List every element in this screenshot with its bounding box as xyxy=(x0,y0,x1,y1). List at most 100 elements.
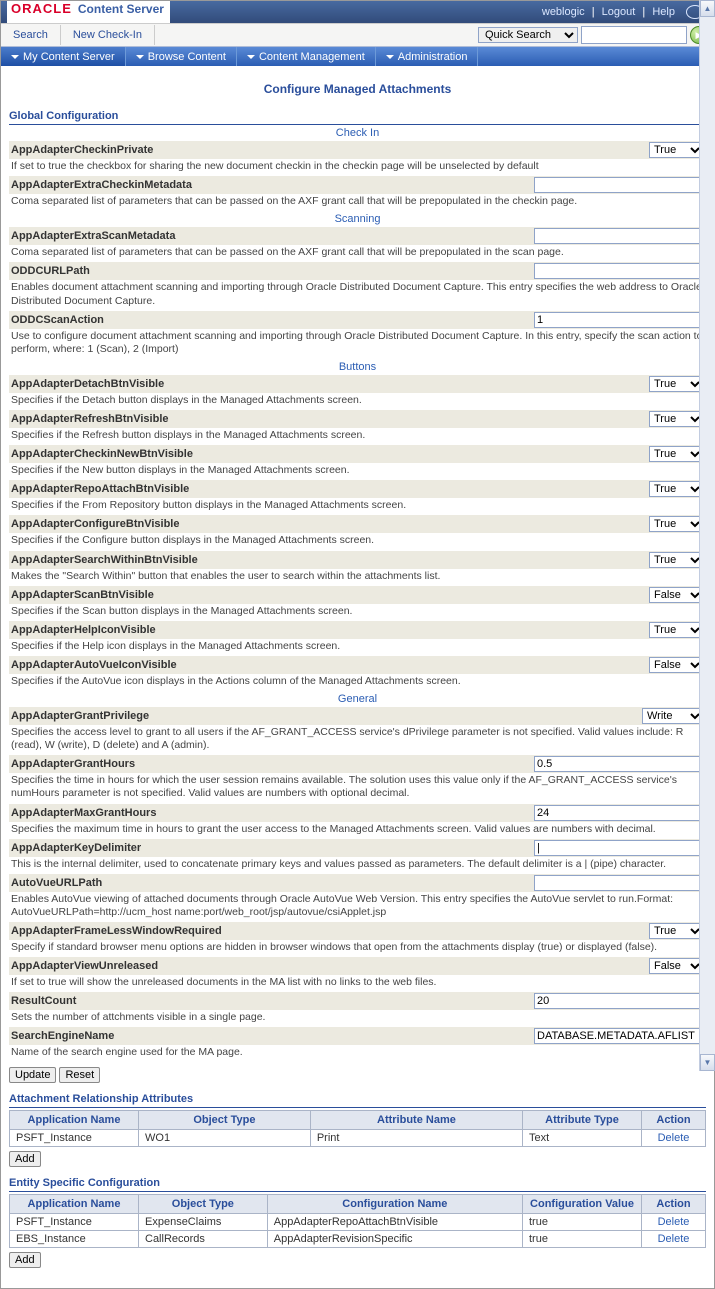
logout-link[interactable]: Logout xyxy=(602,6,636,18)
desc-autovue-url: Enables AutoVue viewing of attached docu… xyxy=(9,892,706,922)
entity-row: EBS_Instance CallRecords AppAdapterRevis… xyxy=(10,1230,706,1247)
quick-search-input[interactable] xyxy=(581,26,687,44)
desc-scan-btn: Specifies if the Scan button displays in… xyxy=(9,604,706,621)
menu-administration[interactable]: Administration xyxy=(376,47,479,66)
desc-extra-scan-meta: Coma separated list of parameters that c… xyxy=(9,245,706,262)
attrel-delete-link[interactable]: Delete xyxy=(642,1129,706,1146)
param-help-icon: AppAdapterHelpIconVisible xyxy=(11,624,156,636)
subhead-general: General xyxy=(9,693,706,705)
section-global-config: Global Configuration xyxy=(9,110,706,125)
desc-grant-hours: Specifies the time in hours for which th… xyxy=(9,773,706,803)
attrel-app: PSFT_Instance xyxy=(10,1129,139,1146)
oddc-scan-input[interactable] xyxy=(534,312,704,328)
attrel-th-action: Action xyxy=(642,1110,706,1129)
search-within-btn-select[interactable]: True xyxy=(649,552,704,568)
oddc-url-input[interactable] xyxy=(534,263,704,279)
param-refresh-btn: AppAdapterRefreshBtnVisible xyxy=(11,413,169,425)
top-links: weblogic | Logout | Help xyxy=(538,5,708,19)
menu-content-mgmt[interactable]: Content Management xyxy=(237,47,376,66)
param-autovue-url: AutoVueURLPath xyxy=(11,877,102,889)
desc-view-unrel: If set to true will show the unreleased … xyxy=(9,975,706,992)
detach-btn-select[interactable]: True xyxy=(649,376,704,392)
entity-delete0[interactable]: Delete xyxy=(642,1213,706,1230)
brand-logo: ORACLE Content Server xyxy=(7,1,170,23)
grant-priv-select[interactable]: Write xyxy=(642,708,704,724)
attrel-add-button[interactable]: Add xyxy=(9,1151,41,1167)
entity-add-button[interactable]: Add xyxy=(9,1252,41,1268)
param-view-unrel: AppAdapterViewUnreleased xyxy=(11,960,158,972)
max-grant-hours-input[interactable] xyxy=(534,805,704,821)
menu-browse-content[interactable]: Browse Content xyxy=(126,47,237,66)
checkin-private-select[interactable]: True xyxy=(649,142,704,158)
entity-app1: EBS_Instance xyxy=(10,1230,139,1247)
refresh-btn-select[interactable]: True xyxy=(649,411,704,427)
menu-my-content[interactable]: My Content Server xyxy=(1,47,126,66)
entity-obj1: CallRecords xyxy=(139,1230,268,1247)
scan-btn-select[interactable]: False xyxy=(649,587,704,603)
vertical-scrollbar[interactable]: ▲ ▼ xyxy=(699,0,715,1071)
desc-extra-checkin-meta: Coma separated list of parameters that c… xyxy=(9,194,706,211)
scroll-up-icon[interactable]: ▲ xyxy=(700,0,715,17)
frameless-select[interactable]: True xyxy=(649,923,704,939)
scroll-down-icon[interactable]: ▼ xyxy=(700,1054,715,1071)
subhead-scanning: Scanning xyxy=(9,213,706,225)
attrel-th-type: Attribute Type xyxy=(523,1110,642,1129)
desc-frameless: Specify if standard browser menu options… xyxy=(9,940,706,957)
tab-search[interactable]: Search xyxy=(1,25,61,45)
desc-help-icon: Specifies if the Help icon displays in t… xyxy=(9,639,706,656)
reset-button[interactable]: Reset xyxy=(59,1067,100,1083)
param-configure-btn: AppAdapterConfigureBtnVisible xyxy=(11,518,179,530)
menu-bar: My Content Server Browse Content Content… xyxy=(1,47,714,66)
desc-grant-priv: Specifies the access level to grant to a… xyxy=(9,725,706,755)
entity-val1: true xyxy=(523,1230,642,1247)
param-extra-checkin-meta: AppAdapterExtraCheckinMetadata xyxy=(11,179,192,191)
result-count-input[interactable] xyxy=(534,993,704,1009)
desc-result-count: Sets the number of attchments visible in… xyxy=(9,1010,706,1027)
param-detach-btn: AppAdapterDetachBtnVisible xyxy=(11,378,164,390)
search-engine-input[interactable] xyxy=(534,1028,704,1044)
tab-new-checkin[interactable]: New Check-In xyxy=(61,25,155,45)
attrel-row: PSFT_Instance WO1 Print Text Delete xyxy=(10,1129,706,1146)
checkin-new-btn-select[interactable]: True xyxy=(649,446,704,462)
subhead-checkin: Check In xyxy=(9,127,706,139)
extra-checkin-meta-input[interactable] xyxy=(534,177,704,193)
param-search-engine: SearchEngineName xyxy=(11,1030,114,1042)
repo-attach-btn-select[interactable]: True xyxy=(649,481,704,497)
quick-search-select[interactable]: Quick Search xyxy=(478,27,578,43)
param-max-grant-hours: AppAdapterMaxGrantHours xyxy=(11,807,156,819)
secondary-bar: Search New Check-In Quick Search ▶ xyxy=(1,23,714,47)
top-header: ORACLE Content Server weblogic | Logout … xyxy=(1,1,714,23)
param-search-within-btn: AppAdapterSearchWithinBtnVisible xyxy=(11,554,198,566)
desc-oddc-url: Enables document attachment scanning and… xyxy=(9,280,706,310)
desc-max-grant-hours: Specifies the maximum time in hours to g… xyxy=(9,822,706,839)
entity-th-conf: Configuration Name xyxy=(267,1194,522,1213)
entity-row: PSFT_Instance ExpenseClaims AppAdapterRe… xyxy=(10,1213,706,1230)
param-scan-btn: AppAdapterScanBtnVisible xyxy=(11,589,154,601)
help-link[interactable]: Help xyxy=(652,6,675,18)
key-delim-input[interactable] xyxy=(534,840,704,856)
desc-checkin-private: If set to true the checkbox for sharing … xyxy=(9,159,706,176)
param-checkin-new-btn: AppAdapterCheckinNewBtnVisible xyxy=(11,448,193,460)
entity-app0: PSFT_Instance xyxy=(10,1213,139,1230)
update-button[interactable]: Update xyxy=(9,1067,56,1083)
param-checkin-private: AppAdapterCheckinPrivate xyxy=(11,144,153,156)
desc-search-engine: Name of the search engine used for the M… xyxy=(9,1045,706,1062)
desc-refresh-btn: Specifies if the Refresh button displays… xyxy=(9,428,706,445)
grant-hours-input[interactable] xyxy=(534,756,704,772)
help-icon-select[interactable]: True xyxy=(649,622,704,638)
attrel-obj: WO1 xyxy=(139,1129,311,1146)
view-unrel-select[interactable]: False xyxy=(649,958,704,974)
param-key-delim: AppAdapterKeyDelimiter xyxy=(11,842,141,854)
extra-scan-meta-input[interactable] xyxy=(534,228,704,244)
configure-btn-select[interactable]: True xyxy=(649,516,704,532)
section-attrel: Attachment Relationship Attributes xyxy=(9,1093,706,1108)
attrel-th-app: Application Name xyxy=(10,1110,139,1129)
autovue-url-input[interactable] xyxy=(534,875,704,891)
desc-search-within-btn: Makes the "Search Within" button that en… xyxy=(9,569,706,586)
param-oddc-url: ODDCURLPath xyxy=(11,265,90,277)
desc-checkin-new-btn: Specifies if the New button displays in … xyxy=(9,463,706,480)
entity-val0: true xyxy=(523,1213,642,1230)
autovue-icon-select[interactable]: False xyxy=(649,657,704,673)
subhead-buttons: Buttons xyxy=(9,361,706,373)
entity-delete1[interactable]: Delete xyxy=(642,1230,706,1247)
